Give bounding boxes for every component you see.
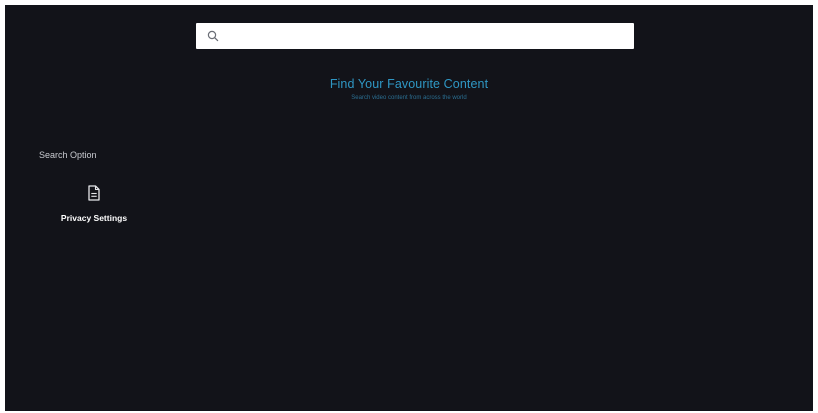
app-screen: Find Your Favourite Content Search video…	[5, 5, 813, 411]
document-icon	[87, 185, 101, 201]
hero-title: Find Your Favourite Content	[329, 77, 489, 91]
hero-subtitle: Search video content from across the wor…	[351, 95, 467, 101]
search-input[interactable]	[226, 22, 634, 50]
privacy-settings-option[interactable]: Privacy Settings	[50, 185, 138, 223]
privacy-settings-label: Privacy Settings	[60, 213, 128, 223]
search-bar[interactable]	[196, 22, 634, 50]
search-icon[interactable]	[206, 29, 220, 43]
hero-section: Find Your Favourite Content Search video…	[5, 77, 813, 101]
search-option-label: Search Option	[39, 150, 97, 160]
